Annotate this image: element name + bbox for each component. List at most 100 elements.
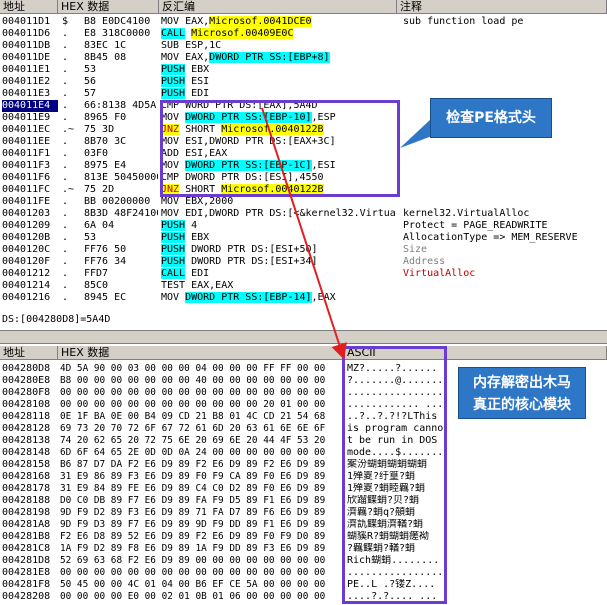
dump-address: 004281B8: [2, 531, 51, 542]
disasm-marker: .: [62, 160, 69, 171]
disasm-marker: .: [62, 196, 69, 207]
disasm-hex: BB 00200000: [84, 196, 151, 207]
disasm-row[interactable]: 004011FE. BB 00200000 MOV EBX,2000: [0, 196, 607, 208]
disasm-marker: .: [62, 220, 69, 231]
dump-hex: 74 20 62 65 20 72 75 6E 20 69 6E 20 44 4…: [60, 435, 326, 446]
disasm-comment: AllocationType => MEM_RESERVE: [403, 232, 578, 243]
disasm-hex: 56: [84, 76, 97, 87]
col-header-address[interactable]: 地址: [0, 0, 58, 14]
disasm-row[interactable]: 004011D6. E8 318C0000 CALL Microsof.00409E…: [0, 28, 607, 40]
disasm-marker: .: [62, 76, 69, 87]
dump-hex: D0 C0 DB 89 F7 E6 D9 89 FA F9 D5 89 F1 E…: [60, 495, 326, 506]
disasm-marker: .: [62, 52, 69, 63]
dump-row[interactable]: 00428208 00 00 00 00 E0 00 02 01 0B 01 06…: [0, 591, 607, 603]
disasm-instruction: CALL Microsof.00409E0C: [161, 28, 294, 39]
disasm-instruction: CALL EDI: [161, 268, 210, 279]
dump-row[interactable]: 004281E8 00 00 00 00 00 00 00 00 00 00 00…: [0, 567, 607, 579]
disasm-hex: 8B70 3C: [84, 136, 127, 147]
disasm-row[interactable]: 0040120B. 53 PUSH EBX AllocationType => MEM…: [0, 232, 607, 244]
dump-address: 004281D8: [2, 555, 51, 566]
disasm-comment: kernel32.VirtualAlloc: [403, 208, 530, 219]
disasm-row[interactable]: 004011D1 $ B8 E0DC4100 MOV EAX,Microsof.004…: [0, 16, 607, 28]
dump-hex: 0E 1F BA 0E 00 B4 09 CD 21 B8 01 4C CD 2…: [60, 411, 326, 422]
dump-hex: 31 E9 84 89 FE E6 D9 89 C4 C0 D2 89 F0 E…: [60, 483, 326, 494]
disasm-row[interactable]: 00401216. 8945 EC MOV DWORD PTR SS:[EBP-14…: [0, 292, 607, 304]
dump-row[interactable]: 00428148 6D 6F 64 65 2E 0D 0D 0A 24 00 00…: [0, 447, 607, 459]
disasm-row[interactable]: 004011DE. 8B45 08 MOV EAX,DWORD PTR SS:[EB…: [0, 52, 607, 64]
disasm-marker: .: [62, 112, 69, 123]
dump-col-header-address[interactable]: 地址: [0, 346, 58, 360]
disasm-marker: .~: [62, 124, 75, 135]
disasm-address: 004011D6: [2, 28, 51, 39]
dump-row[interactable]: 004281F8 50 45 00 00 4C 01 04 00 B6 EF CE…: [0, 579, 607, 591]
disasm-row[interactable]: 0040120C. FF76 50 PUSH DWORD PTR DS:[ESI+5…: [0, 244, 607, 256]
disasm-instruction: PUSH DWORD PTR DS:[ESI+34]: [161, 256, 318, 267]
disasm-address: 004011EE: [2, 136, 51, 147]
disasm-address: 004011DB: [2, 40, 51, 51]
disasm-marker: $: [62, 16, 69, 27]
dump-address: 00428138: [2, 435, 51, 446]
disasm-row[interactable]: 00401214. 85C0 TEST EAX,EAX: [0, 280, 607, 292]
disasm-hex: 8B3D 48F24100: [84, 208, 158, 219]
disasm-address: 00401203: [2, 208, 51, 219]
disasm-row[interactable]: 0040120F. FF76 34 PUSH DWORD PTR DS:[ESI+3…: [0, 256, 607, 268]
dump-address: 00428148: [2, 447, 51, 458]
dump-address: 004281F8: [2, 579, 51, 590]
disasm-hex: 66:8138 4D5A: [84, 100, 157, 111]
disasm-row[interactable]: 004011E2. 56 PUSH ESI: [0, 76, 607, 88]
dump-hex: 4D 5A 90 00 03 00 00 00 04 00 00 00 FF F…: [60, 363, 326, 374]
dump-hex: 9D F9 D3 89 F7 E6 D9 89 9D F9 DD 89 F1 E…: [60, 519, 326, 530]
disasm-address: 00401214: [2, 280, 51, 291]
disasm-row[interactable]: 00401203. 8B3D 48F24100 MOV EDI,DWORD PTR …: [0, 208, 607, 220]
dump-row[interactable]: 00428168 31 E9 86 89 F3 E6 D9 89 F0 F9 CA…: [0, 471, 607, 483]
pane-splitter[interactable]: [0, 330, 607, 344]
col-header-disassembly[interactable]: 反汇编: [159, 0, 397, 14]
disasm-instruction: TEST EAX,EAX: [161, 280, 234, 291]
disasm-row[interactable]: 004011E1. 53 PUSH EBX: [0, 64, 607, 76]
dump-row[interactable]: 00428188 D0 C0 DB 89 F7 E6 D9 89 FA F9 D5…: [0, 495, 607, 507]
disasm-address: 00401209: [2, 220, 51, 231]
dump-row[interactable]: 004281A8 9D F9 D3 89 F7 E6 D9 89 9D F9 DD…: [0, 519, 607, 531]
disasm-instruction: PUSH EDI: [161, 88, 210, 99]
disasm-hex: 8945 EC: [84, 292, 127, 303]
disasm-row[interactable]: 00401209. 6A 04 PUSH 4 Protect = PAGE_READW…: [0, 220, 607, 232]
disasm-comment: VirtualAlloc: [403, 268, 476, 279]
disasm-address: 004011FE: [2, 196, 51, 207]
dump-row[interactable]: 004281D8 52 69 63 68 F2 E6 D9 89 00 00 00…: [0, 555, 607, 567]
disasm-marker: .: [62, 280, 69, 291]
dump-row[interactable]: 004281B8 F2 E6 D8 89 52 E6 D9 89 F2 E6 D9…: [0, 531, 607, 543]
pe-check-highlight-box: [160, 100, 400, 197]
dump-row[interactable]: 00428128 69 73 20 70 72 6F 67 72 61 6D 20…: [0, 423, 607, 435]
dump-col-header-hex[interactable]: HEX 数据: [58, 346, 344, 360]
disasm-marker: .: [62, 40, 69, 51]
dump-hex: F2 E6 D8 89 52 E6 D9 89 F2 E6 D9 89 F0 F…: [60, 531, 326, 542]
dump-hex: 52 69 63 68 F2 E6 D9 89 00 00 00 00 00 0…: [60, 555, 326, 566]
disasm-row[interactable]: 004011DB. 83EC 1C SUB ESP,1C: [0, 40, 607, 52]
disasm-address: 004011F1: [2, 148, 51, 159]
disasm-address: 004011DE: [2, 52, 51, 63]
disasm-marker: .: [62, 28, 69, 39]
disasm-marker: .: [62, 136, 69, 147]
dump-address: 00428168: [2, 471, 51, 482]
dump-row[interactable]: 00428158 B6 87 D7 DA F2 E6 D9 89 F2 E6 D9…: [0, 459, 607, 471]
dump-hex: 31 E9 86 89 F3 E6 D9 89 F0 F9 CA 89 F0 E…: [60, 471, 326, 482]
dump-hex: 50 45 00 00 4C 01 04 00 B6 EF CE 5A 00 0…: [60, 579, 326, 590]
disasm-marker: .: [62, 64, 69, 75]
dump-row[interactable]: 00428138 74 20 62 65 20 72 75 6E 20 69 6E…: [0, 435, 607, 447]
dump-hex: 00 00 00 00 E0 00 02 01 0B 01 06 00 00 0…: [60, 591, 326, 602]
disasm-hex: 6A 04: [84, 220, 115, 231]
dump-row[interactable]: 004281C8 1A F9 D2 89 F8 E6 D9 89 1A F9 DD…: [0, 543, 607, 555]
dump-row[interactable]: 00428178 31 E9 84 89 FE E6 D9 89 C4 C0 D2…: [0, 483, 607, 495]
disasm-address: 004011F3: [2, 160, 51, 171]
disasm-comment: sub function load pe: [403, 16, 524, 27]
col-header-hex[interactable]: HEX 数据: [58, 0, 159, 14]
disasm-marker: .: [62, 208, 69, 219]
disasm-row[interactable]: 00401212. FFD7 CALL EDI VirtualAlloc: [0, 268, 607, 280]
disasm-address: 0040120B: [2, 232, 51, 243]
disasm-hex: E8 318C0000: [84, 28, 151, 39]
disasm-hex: FF76 50: [84, 244, 127, 255]
col-header-comment[interactable]: 注释: [397, 0, 607, 14]
disasm-address: 00401212: [2, 268, 51, 279]
disasm-hex: 53: [84, 232, 97, 243]
dump-row[interactable]: 00428198 9D F9 D2 89 F3 E6 D9 89 71 FA D7…: [0, 507, 607, 519]
